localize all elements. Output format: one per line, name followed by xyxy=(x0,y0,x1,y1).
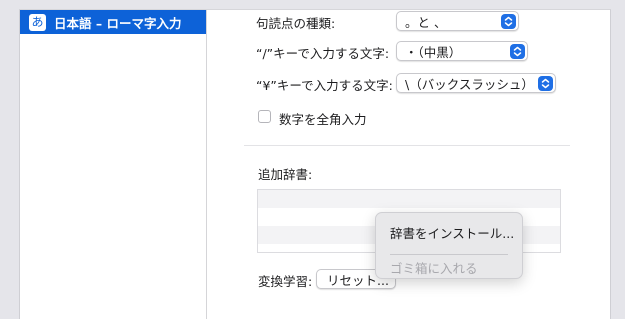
dictionary-context-menu: 辞書をインストール... ゴミ箱に入れる xyxy=(375,212,523,279)
dictionary-label: 追加辞書: xyxy=(258,167,313,182)
move-to-trash-menu-item: ゴミ箱に入れる xyxy=(390,261,478,276)
learning-label: 変換学習: xyxy=(258,274,313,289)
menu-separator xyxy=(390,254,508,255)
slash-key-value: ・（中黒） xyxy=(405,44,462,60)
yen-key-value: \（バックスラッシュ） xyxy=(405,76,534,92)
section-divider xyxy=(244,145,570,146)
yen-key-popup[interactable]: \（バックスラッシュ） xyxy=(396,73,556,93)
yen-key-label: “¥”キーで入力する文字: xyxy=(256,78,393,93)
punctuation-popup[interactable]: 。と 、 xyxy=(396,11,519,31)
up-down-chevron-icon xyxy=(501,13,516,29)
hiragana-input-icon: あ xyxy=(29,13,46,31)
fullwidth-numbers-label: 数字を全角入力 xyxy=(279,112,367,127)
up-down-chevron-icon xyxy=(538,75,553,91)
sidebar-item-japanese-romaji[interactable]: あ 日本語 – ローマ字入力 xyxy=(20,10,206,34)
fullwidth-numbers-checkbox[interactable] xyxy=(258,110,271,123)
punctuation-value: 。と 、 xyxy=(405,14,447,30)
slash-key-popup[interactable]: ・（中黒） xyxy=(396,41,528,61)
list-row-stripe xyxy=(258,190,560,208)
slash-key-label: “/”キーで入力する文字: xyxy=(256,46,390,61)
input-source-sidebar: あ 日本語 – ローマ字入力 xyxy=(20,10,207,319)
up-down-chevron-icon xyxy=(510,43,525,59)
install-dictionary-menu-item[interactable]: 辞書をインストール... xyxy=(390,223,514,242)
punctuation-label: 句読点の種類: xyxy=(256,16,336,31)
sidebar-item-label: 日本語 – ローマ字入力 xyxy=(54,15,182,31)
input-source-panel: あ 日本語 – ローマ字入力 句読点の種類: 。と 、 “/”キーで入力する文字… xyxy=(19,9,611,319)
